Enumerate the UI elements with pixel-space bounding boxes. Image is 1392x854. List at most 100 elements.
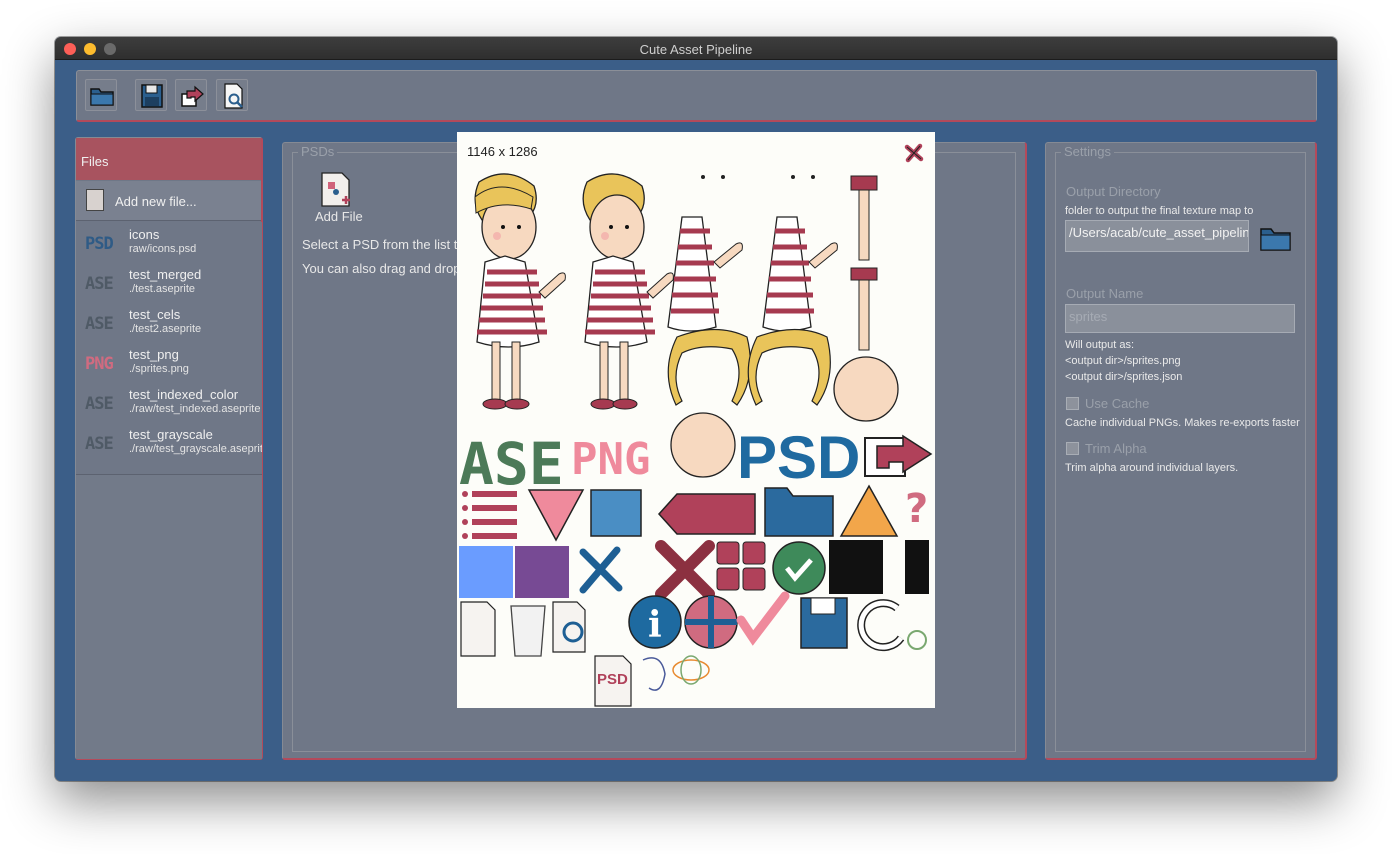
girl-sprite [582,173,674,410]
open-folder-button[interactable] [85,79,117,111]
psd-file-icon: PSD [85,234,114,254]
file-list-item[interactable]: ASE test_cels ./test2.aseprite [76,302,262,342]
psds-drag-drop-text: You can also drag and drop [302,261,461,276]
psds-legend: PSDs [298,144,338,159]
document-search-icon [224,83,243,109]
files-list: PSD icons raw/icons.psd ASE test_merged … [76,222,262,474]
psds-help-text: Select a PSD from the list to [302,237,465,252]
png-file-icon: PNG [85,354,114,374]
title-bar: Cute Asset Pipeline [55,37,1337,60]
add-file-label[interactable]: Add File [315,209,363,224]
use-cache-checkbox[interactable] [1066,397,1079,410]
list-icon-sprite [462,491,517,539]
blue-swatch-sprite [459,546,513,598]
file-list-item[interactable]: ASE test_merged ./test.aseprite [76,262,262,302]
preview-button[interactable] [216,79,248,111]
purple-swatch-sprite [515,546,569,598]
eyes-sprite [701,175,815,179]
settings-panel: Settings Output Directory folder to outp… [1045,142,1317,760]
output-name-placeholder: sprites [1069,309,1108,324]
grid-sprite [716,541,766,591]
sprite-preview-modal: 1146 x 1286 ASE PNG PSD ? i PSD [457,132,935,708]
add-new-file-item[interactable]: Add new file... [76,181,261,221]
save-button[interactable] [135,79,167,111]
image-sprite [590,489,642,537]
warning-sprite [839,484,899,537]
file-name: test_cels [129,307,181,322]
dress-sprite [762,216,838,332]
ase-file-icon: ASE [85,434,114,454]
trash-sprite [510,605,546,657]
png-logo: PNG [571,434,650,485]
file-list-item[interactable]: ASE test_grayscale ./raw/test_grayscale.… [76,422,262,462]
files-header: Files [76,138,261,180]
file-path: ./raw/test_grayscale.aseprite [129,443,262,455]
svg-text:?: ? [905,486,928,532]
ase-file-icon: ASE [85,314,114,334]
browse-directory-button[interactable] [1259,226,1293,252]
trim-alpha-help: Trim alpha around individual layers. [1065,462,1239,474]
hair-sprite [667,328,831,406]
output-directory-value: /Users/acab/cute_asset_pipeline [1069,225,1249,240]
file-path: ./raw/test_indexed.aseprite [129,403,261,415]
floppy-disk-icon [141,84,163,108]
folder-icon [90,88,114,106]
ase-file-icon: ASE [85,274,114,294]
use-cache-help: Cache individual PNGs. Makes re-exports … [1065,417,1300,429]
tools-sprite [579,546,623,594]
checkmark-sprite [736,591,790,646]
export-arrow-sprite [864,434,933,477]
output-directory-help: folder to output the final texture map t… [1065,205,1254,217]
ase-logo: ASE [459,430,564,498]
output-name-input[interactable]: sprites [1065,304,1295,333]
folder-sprite [764,487,834,537]
use-cache-label[interactable]: Use Cache [1085,396,1149,411]
will-output-png: <output dir>/sprites.png [1065,355,1181,367]
file-name: test_png [129,347,179,362]
svg-text:PSD: PSD [597,671,628,688]
head-sprite [670,412,736,478]
tag-sprite [657,493,756,535]
add-file-icon [321,172,350,207]
file-list-item[interactable]: PNG test_png ./sprites.png [76,342,262,382]
svg-text:i: i [648,604,662,646]
output-directory-input[interactable]: /Users/acab/cute_asset_pipeline [1065,220,1249,252]
export-arrow-icon [181,85,204,107]
add-psd-file-button[interactable] [319,171,353,209]
files-empty-area [76,474,262,759]
file-name: test_indexed_color [129,387,239,402]
file-path: raw/icons.psd [129,243,197,255]
file-add-sprite [460,601,496,657]
psd-logo: PSD [737,424,860,491]
file-path: ./test2.aseprite [129,323,202,335]
file-name: test_merged [129,267,202,282]
dress-sprite [667,216,743,332]
file-path: ./sprites.png [129,363,189,375]
file-name: test_grayscale [129,427,213,442]
file-list-item[interactable]: PSD icons raw/icons.psd [76,222,262,262]
toolbar [76,70,1317,122]
will-output-label: Will output as: [1065,339,1135,351]
leg-sprite [850,175,878,351]
file-path: ./test.aseprite [129,283,196,295]
output-directory-label: Output Directory [1066,184,1161,199]
scribble-sprite [829,540,883,594]
file-list-item[interactable]: ASE test_indexed_color ./raw/test_indexe… [76,382,262,422]
check-circle-sprite [772,541,826,595]
x-sprite [655,540,715,600]
sprite-atlas-image: ASE PNG PSD ? i PSD [459,173,933,707]
file-name: icons [129,227,160,242]
export-button[interactable] [175,79,207,111]
files-panel: Files Add new file... PSD icons raw/icon… [75,137,263,760]
will-output-json: <output dir>/sprites.json [1065,371,1183,383]
triangle-sprite [527,489,585,542]
girl-sprite [474,173,566,410]
trim-alpha-checkbox[interactable] [1066,442,1079,455]
head-sprite [833,356,899,422]
trim-alpha-label[interactable]: Trim Alpha [1085,441,1147,456]
window-title: Cute Asset Pipeline [639,42,753,57]
new-file-icon [86,189,104,211]
output-name-label: Output Name [1066,286,1144,301]
ase-file-icon: ASE [85,394,114,414]
folder-icon [1260,228,1291,251]
